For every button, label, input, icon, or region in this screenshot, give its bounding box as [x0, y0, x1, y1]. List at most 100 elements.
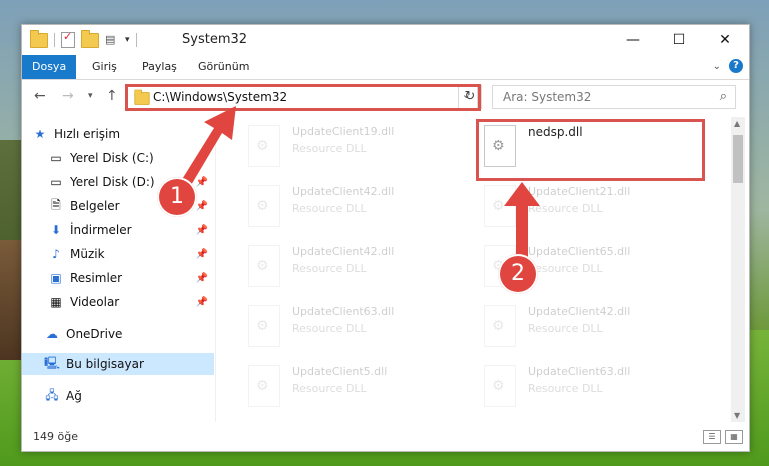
sidebar-item-music[interactable]: ♪ Müzik 📌 [48, 243, 214, 265]
search-icon[interactable]: ⌕ [720, 89, 727, 104]
file-type: Resource DLL [528, 322, 603, 335]
dll-file-icon [484, 365, 516, 407]
ribbon-tabs: Dosya Giriş Paylaş Görünüm ⌄ ? [22, 55, 749, 80]
dll-file-icon [248, 125, 280, 167]
sidebar-item-this-pc[interactable]: 🖳 Bu bilgisayar [22, 353, 214, 375]
file-name: UpdateClient65.dll [528, 245, 631, 258]
step-badge-2: 2 [498, 254, 538, 294]
address-highlight-box [125, 84, 481, 111]
pin-icon[interactable]: 📌 [196, 153, 208, 164]
customize-icon[interactable]: ▤ [105, 33, 119, 47]
sidebar-item-label: Müzik [70, 247, 105, 261]
scroll-thumb[interactable] [733, 135, 743, 183]
sidebar-item-label: Ağ [66, 389, 82, 403]
file-name: UpdateClient19.dll [292, 125, 395, 138]
pin-icon[interactable]: 📌 [196, 201, 208, 212]
vertical-scrollbar[interactable]: ▲ ▼ [731, 117, 745, 422]
details-view-icon[interactable]: ☰ [703, 430, 721, 444]
tab-file[interactable]: Dosya [22, 55, 76, 79]
pin-icon[interactable]: 📌 [196, 297, 208, 308]
file-item[interactable]: UpdateClient21.dll Resource DLL [484, 185, 704, 237]
quick-access-dropdown-icon[interactable]: ▾ [125, 35, 130, 45]
file-type: Resource DLL [292, 202, 367, 215]
sidebar-item-label: Videolar [70, 295, 120, 309]
pin-icon[interactable]: 📌 [196, 273, 208, 284]
dll-file-icon [248, 245, 280, 287]
minimize-button[interactable]: — [610, 25, 656, 55]
computer-icon: 🖳 [44, 355, 61, 370]
file-item[interactable]: UpdateClient42.dll Resource DLL [248, 185, 468, 237]
pin-icon[interactable]: 📌 [196, 225, 208, 236]
file-item[interactable]: UpdateClient19.dll Resource DLL [248, 125, 468, 177]
sidebar-item-label: Hızlı erişim [54, 127, 121, 141]
close-button[interactable]: ✕ [702, 25, 748, 55]
tab-view[interactable]: Görünüm [188, 55, 259, 79]
up-button[interactable]: ↑ [106, 88, 118, 104]
sidebar-item-downloads[interactable]: ⬇ İndirmeler 📌 [48, 219, 214, 241]
sidebar-item-label: İndirmeler [70, 223, 132, 237]
search-placeholder: Ara: System32 [503, 90, 592, 104]
sidebar-item-quick-access[interactable]: ★ Hızlı erişim [32, 123, 224, 145]
file-type: Resource DLL [292, 142, 367, 155]
help-button[interactable]: ? [729, 59, 743, 73]
downloads-icon: ⬇ [50, 223, 62, 237]
maximize-button[interactable]: ☐ [656, 25, 702, 55]
file-item[interactable]: UpdateClient5.dll Resource DLL [248, 365, 468, 417]
pin-icon[interactable]: 📌 [196, 177, 208, 188]
forward-button[interactable]: → [62, 88, 74, 104]
back-button[interactable]: ← [34, 88, 46, 104]
dll-file-icon [248, 305, 280, 347]
navigation-pane: ★ Hızlı erişim ▭ Yerel Disk (C:) 📌 ▭ Yer… [22, 117, 214, 422]
pane-divider [215, 117, 216, 422]
file-type: Resource DLL [528, 262, 603, 275]
item-count: 149 öğe [33, 430, 78, 443]
window-title: System32 [182, 32, 248, 47]
sidebar-item-videos[interactable]: ▦ Videolar 📌 [48, 291, 214, 313]
separator [135, 33, 137, 47]
sidebar-item-label: Belgeler [70, 199, 120, 213]
sidebar-item-onedrive[interactable]: ☁ OneDrive [44, 323, 236, 345]
separator [54, 33, 55, 47]
music-icon: ♪ [52, 247, 60, 261]
scroll-down-icon[interactable]: ▼ [734, 411, 740, 420]
properties-check-icon[interactable] [61, 30, 75, 48]
file-name: UpdateClient42.dll [292, 245, 395, 258]
sidebar-item-label: OneDrive [66, 327, 123, 341]
tab-share[interactable]: Paylaş [132, 55, 187, 79]
drive-icon: ▭ [50, 151, 62, 165]
file-name: UpdateClient21.dll [528, 185, 631, 198]
sidebar-item-label: Yerel Disk (C:) [70, 151, 154, 165]
ribbon-expand-icon[interactable]: ⌄ [713, 61, 721, 72]
file-type: Resource DLL [528, 202, 603, 215]
sidebar-item-network[interactable]: 🖧 Ağ [44, 385, 236, 407]
step-badge-1: 1 [157, 177, 197, 217]
sidebar-item-pictures[interactable]: ▣ Resimler 📌 [48, 267, 214, 289]
file-item[interactable]: UpdateClient42.dll Resource DLL [484, 305, 704, 357]
pictures-icon: ▣ [50, 271, 62, 285]
dll-file-icon [248, 365, 280, 407]
videos-icon: ▦ [50, 295, 62, 309]
file-item[interactable]: UpdateClient63.dll Resource DLL [248, 305, 468, 357]
sidebar-item-label: Bu bilgisayar [66, 357, 144, 371]
file-name: UpdateClient63.dll [292, 305, 395, 318]
large-icons-view-icon[interactable]: ▦ [725, 430, 743, 444]
network-icon: 🖧 [45, 387, 59, 402]
file-item[interactable]: UpdateClient63.dll Resource DLL [484, 365, 704, 417]
pin-icon[interactable]: 📌 [196, 249, 208, 260]
recent-locations-icon[interactable]: ▾ [88, 91, 93, 101]
search-input[interactable]: Ara: System32 ⌕ [492, 85, 736, 109]
file-item[interactable]: UpdateClient42.dll Resource DLL [248, 245, 468, 297]
file-type: Resource DLL [292, 262, 367, 275]
folder-icon [30, 29, 48, 48]
title-bar: ▤ ▾ System32 — ☐ ✕ [22, 25, 749, 55]
dll-file-icon [484, 305, 516, 347]
dll-file-icon [248, 185, 280, 227]
documents-icon: 🗎 [51, 197, 61, 212]
cloud-icon: ☁ [46, 327, 58, 341]
tab-home[interactable]: Giriş [82, 55, 127, 79]
dll-file-icon [484, 185, 516, 227]
scroll-up-icon[interactable]: ▲ [734, 119, 740, 128]
new-folder-icon[interactable] [81, 29, 99, 48]
file-type: Resource DLL [528, 382, 603, 395]
sidebar-item-disk-c[interactable]: ▭ Yerel Disk (C:) 📌 [48, 147, 214, 169]
